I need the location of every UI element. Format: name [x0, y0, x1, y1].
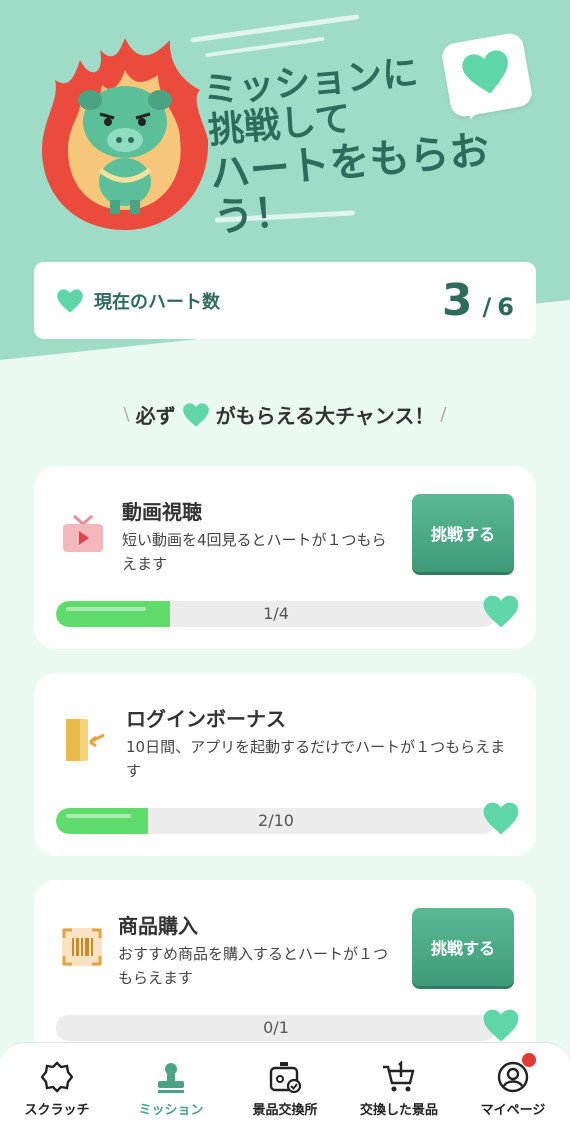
banner-deco-right: /	[440, 404, 447, 425]
progress-text: 0/1	[263, 1018, 289, 1037]
exchange-icon	[269, 1062, 302, 1093]
heart-count-card: 現在のハート数 3 / 6	[34, 262, 536, 339]
mission-progress-bar: 2/10	[56, 808, 496, 834]
nav-label: マイページ	[480, 1103, 546, 1118]
banner-deco-left: \	[123, 404, 130, 425]
mission-description: 10日間、アプリを起動するだけでハートが１つもらえます	[126, 738, 506, 780]
notification-badge	[522, 1053, 536, 1067]
progress-text: 2/10	[258, 811, 294, 830]
heart-icon	[483, 595, 519, 628]
nav-item-exchange[interactable]: 景品交換所	[228, 1043, 342, 1139]
mission-description: おすすめ商品を購入するとハートが１つもらえます	[118, 945, 389, 987]
door-icon	[60, 715, 108, 769]
heart-count-total: 6	[497, 293, 514, 321]
mission-title: 商品購入	[118, 914, 198, 938]
barcode-icon	[60, 926, 104, 972]
bottom-navigation: スクラッチ ミッション 景品交換所 交換した景品 マイページ	[0, 1042, 570, 1139]
mission-progress-bar: 0/1	[56, 1015, 496, 1041]
pig-mascot-illustration	[40, 30, 210, 235]
nav-label: 交換した景品	[359, 1103, 438, 1118]
tv-icon	[60, 514, 106, 558]
nav-label: スクラッチ	[24, 1103, 90, 1118]
heart-icon	[483, 1009, 519, 1042]
nav-item-exchanged-prizes[interactable]: 交換した景品	[342, 1043, 456, 1139]
chance-banner: \ 必ず がもらえる大チャンス！ /	[0, 400, 570, 429]
challenge-button[interactable]: 挑戦する	[412, 494, 514, 572]
nav-item-mypage[interactable]: マイページ	[456, 1043, 570, 1139]
mission-card-login: ログインボーナス 10日間、アプリを起動するだけでハートが１つもらえます 2/1…	[34, 673, 536, 856]
mission-title: 動画視聴	[122, 500, 202, 524]
heart-count-value: 3 / 6	[442, 275, 514, 326]
heart-icon	[182, 402, 209, 427]
heart-speech-bubble	[440, 31, 534, 119]
nav-label: ミッション	[138, 1103, 204, 1118]
heart-icon	[57, 288, 83, 313]
heart-icon	[483, 802, 519, 835]
heart-icon	[462, 50, 508, 94]
banner-text-before: 必ず	[135, 404, 176, 428]
heart-count-current: 3	[441, 275, 473, 326]
mission-description: 短い動画を4回見るとハートが１つもらえます	[122, 531, 387, 573]
heart-count-separator: /	[482, 293, 492, 321]
banner-text-after: がもらえる大チャンス！	[215, 404, 435, 428]
nav-label: 景品交換所	[252, 1103, 318, 1118]
heart-count-label: 現在のハート数	[94, 291, 220, 313]
mission-title: ログインボーナス	[126, 707, 286, 731]
mission-progress-bar: 1/4	[56, 601, 496, 627]
progress-text: 1/4	[263, 604, 289, 623]
challenge-button[interactable]: 挑戦する	[412, 908, 514, 986]
scratch-icon	[41, 1061, 73, 1093]
nav-item-scratch[interactable]: スクラッチ	[0, 1043, 114, 1139]
cart-icon	[383, 1061, 415, 1092]
mission-card-video: 動画視聴 短い動画を4回見るとハートが１つもらえます 挑戦する 1/4	[34, 466, 536, 649]
nav-item-mission[interactable]: ミッション	[114, 1043, 228, 1139]
mission-stamp-icon	[158, 1063, 184, 1093]
